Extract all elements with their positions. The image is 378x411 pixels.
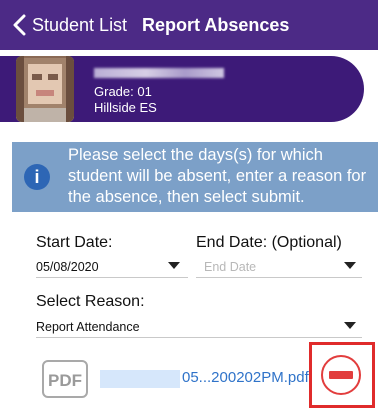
end-date-placeholder: End Date	[204, 260, 257, 274]
student-grade: Grade: 01	[94, 84, 152, 99]
page-title: Report Absences	[142, 15, 290, 35]
info-banner: i Please select the days(s) for which st…	[12, 142, 378, 212]
start-date-value: 05/08/2020	[36, 260, 99, 274]
back-button[interactable]: Student List	[0, 0, 127, 50]
reason-value: Report Attendance	[36, 320, 140, 334]
back-label: Student List	[32, 14, 128, 35]
start-date-label: Start Date:	[36, 234, 113, 251]
pdf-file-icon: PDF	[42, 360, 88, 398]
attachment-file-link[interactable]: 05...200202PM.pdf	[182, 369, 312, 386]
field-underline	[196, 277, 362, 278]
student-school: Hillside ES	[94, 100, 157, 115]
chevron-left-icon	[13, 14, 26, 36]
chevron-down-icon	[344, 262, 356, 269]
student-name-redacted	[94, 68, 224, 78]
start-date-field[interactable]: 05/08/2020	[36, 252, 188, 278]
chevron-down-icon	[168, 262, 180, 269]
chevron-down-icon	[344, 322, 356, 329]
remove-attachment-button[interactable]	[321, 355, 361, 395]
info-icon: i	[24, 164, 50, 190]
reason-select[interactable]: Report Attendance	[36, 312, 362, 338]
avatar	[16, 56, 74, 122]
end-date-label: End Date: (Optional)	[196, 234, 342, 251]
end-date-field[interactable]: End Date	[196, 252, 362, 278]
info-text: Please select the days(s) for which stud…	[68, 146, 367, 206]
file-name-redacted	[100, 370, 180, 388]
remove-minus-icon	[329, 371, 353, 379]
field-underline	[36, 277, 188, 278]
reason-label: Select Reason:	[36, 293, 145, 310]
student-card: Grade: 01 Hillside ES	[0, 56, 364, 122]
navigation-bar: Student List Report Absences	[0, 0, 378, 50]
field-underline	[36, 337, 362, 338]
